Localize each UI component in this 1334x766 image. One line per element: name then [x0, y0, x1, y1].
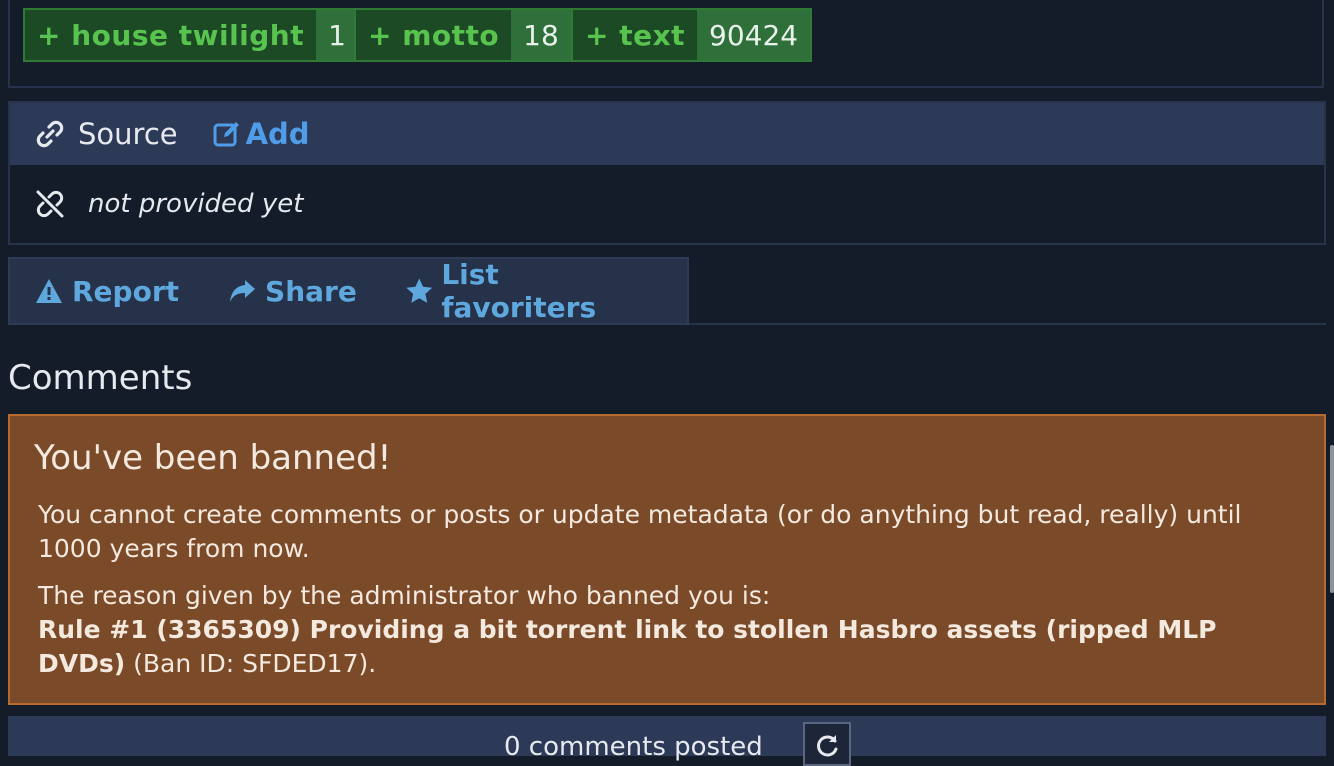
ban-message: You cannot create comments or posts or u…	[38, 500, 1242, 563]
comments-footer: 0 comments posted	[8, 716, 1326, 766]
ban-reason-intro: The reason given by the administrator wh…	[38, 581, 771, 610]
source-empty-text: not provided yet	[88, 189, 304, 219]
add-source-label[interactable]: Add	[246, 117, 310, 151]
source-body: not provided yet	[10, 165, 1324, 243]
tag-text[interactable]: + text 90424	[571, 8, 813, 62]
divider	[689, 323, 1326, 325]
tag-house-twilight[interactable]: + house twilight 1	[23, 8, 360, 62]
edit-icon	[213, 122, 239, 147]
comments-heading: Comments	[8, 358, 193, 398]
link-icon	[36, 120, 64, 148]
tag-count: 18	[511, 10, 571, 60]
source-header: Source Add	[10, 103, 1324, 165]
source-label: Source	[78, 117, 178, 151]
refresh-comments-button[interactable]	[803, 722, 851, 766]
ban-title: You've been banned!	[34, 438, 392, 478]
tag-name[interactable]: + house twilight	[25, 10, 316, 60]
unlink-icon	[36, 190, 64, 218]
tag-count: 1	[316, 10, 358, 60]
image-actions-bar: Report Share List favoriters	[8, 257, 689, 325]
comment-count: 0 comments posted	[504, 732, 763, 762]
ban-id: (Ban ID: SFDED17).	[125, 649, 377, 678]
list-favoriters-button[interactable]: List favoriters	[405, 258, 639, 324]
share-label[interactable]: Share	[265, 275, 357, 308]
share-icon	[230, 280, 256, 302]
tag-name[interactable]: + text	[573, 10, 697, 60]
ban-notice: You've been banned! You cannot create co…	[8, 414, 1326, 705]
report-button[interactable]: Report	[34, 275, 179, 308]
share-button[interactable]: Share	[227, 275, 357, 308]
add-source-button[interactable]: Add	[212, 117, 310, 151]
tag-list: + house twilight 1 + motto 18 + text 904…	[8, 0, 1324, 88]
refresh-icon	[817, 735, 838, 757]
tag-name[interactable]: + motto	[356, 10, 511, 60]
report-label[interactable]: Report	[72, 275, 179, 308]
warning-icon	[36, 279, 62, 303]
favoriters-label[interactable]: List favoriters	[441, 258, 639, 324]
source-panel: Source Add not provided yet	[8, 101, 1326, 245]
tag-count: 90424	[697, 10, 811, 60]
scrollbar[interactable]	[1330, 445, 1334, 593]
star-icon	[406, 278, 432, 303]
ban-reason: The reason given by the administrator wh…	[38, 579, 1278, 681]
tag-motto[interactable]: + motto 18	[354, 8, 573, 62]
